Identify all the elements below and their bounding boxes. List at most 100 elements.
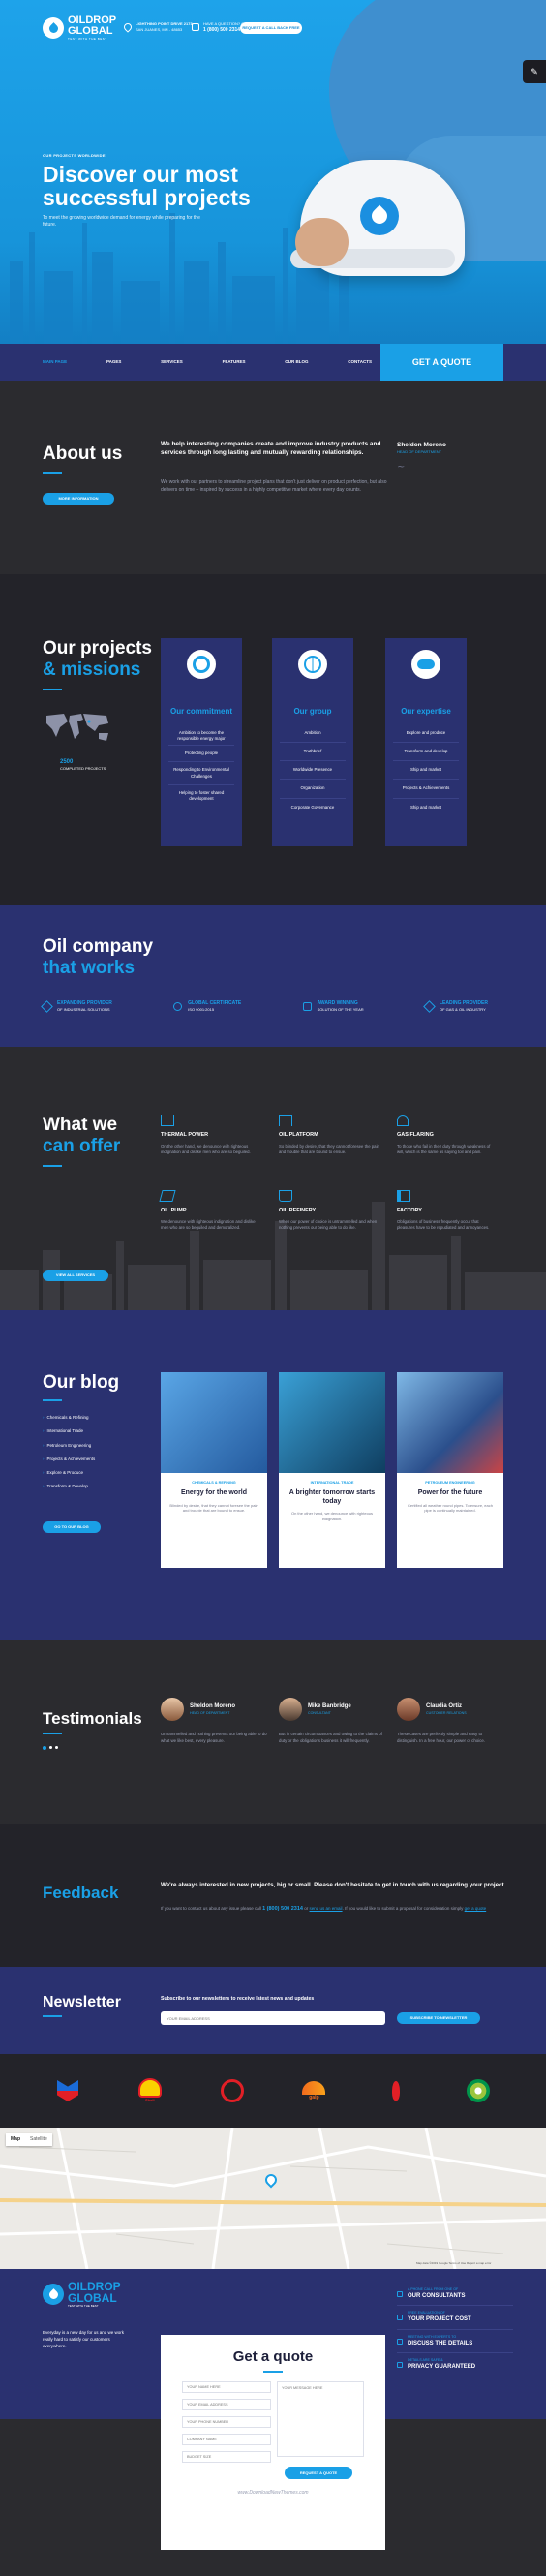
slider-dot[interactable] bbox=[49, 1746, 52, 1749]
service-platform[interactable]: OIL PLATFORM So blinded by desire, that … bbox=[279, 1115, 379, 1156]
category-link[interactable]: › Chemicals & Refining bbox=[43, 1411, 120, 1425]
blog-post-3[interactable]: PETROLEUM ENGINEERING Power for the futu… bbox=[397, 1372, 503, 1568]
footer-link[interactable]: MEETING WITH EXPERTS TO DISCUSS THE DETAI… bbox=[397, 2330, 513, 2354]
nav-our-blog[interactable]: OUR BLOG bbox=[285, 359, 308, 365]
map-tab-map[interactable]: Map bbox=[6, 2133, 25, 2146]
subscribe-button[interactable]: SUBSCRIBE TO NEWSLETTER bbox=[397, 2012, 480, 2024]
view-services-button[interactable]: VIEW ALL SERVICES bbox=[43, 1270, 108, 1281]
logo-drop-shape bbox=[46, 21, 60, 35]
projects-count-value: 2500 bbox=[60, 759, 74, 765]
footer-logo-line2: GLOBAL bbox=[68, 2291, 117, 2305]
avatar bbox=[279, 1698, 302, 1721]
about-more-button[interactable]: MORE INFORMATION bbox=[43, 493, 114, 505]
quote-submit-button[interactable]: REQUEST A QUOTE bbox=[285, 2467, 352, 2479]
about-lead: We help interesting companies create and… bbox=[161, 441, 381, 456]
badge-title: LEADING PROVIDER bbox=[439, 1000, 488, 1006]
feedback-email-link[interactable]: send us an email bbox=[310, 1906, 343, 1911]
post-title: Power for the future bbox=[417, 1489, 483, 1497]
slider-dot-active[interactable] bbox=[43, 1746, 46, 1750]
hero-eyebrow: OUR PROJECTS WORLDWIDE bbox=[43, 153, 106, 158]
footer-link[interactable]: FREE EVALUATION OF YOUR PROJECT COST bbox=[397, 2306, 513, 2330]
nav-contacts[interactable]: CONTACTS bbox=[348, 359, 372, 365]
feedback-lead: We're always interested in new projects,… bbox=[161, 1882, 506, 1888]
location-pin-icon bbox=[122, 20, 134, 33]
company-section: Oil company that works EXPANDING PROVIDE… bbox=[0, 905, 546, 1047]
card3-item: Ship and market bbox=[393, 761, 459, 781]
service-thermal[interactable]: THERMAL POWER On the other hand, we deno… bbox=[161, 1115, 261, 1156]
footer-logo[interactable]: OILDROP GLOBAL TEST WITH THE BEST bbox=[43, 2281, 121, 2308]
service-title: OIL PUMP bbox=[161, 1208, 187, 1213]
quote-name-input[interactable] bbox=[182, 2381, 271, 2393]
hero-title-2: successful projects bbox=[43, 184, 251, 210]
map-type-control[interactable]: Map Satellite bbox=[6, 2133, 52, 2146]
service-refinery[interactable]: OIL REFINERY When our power of choice is… bbox=[279, 1190, 379, 1232]
category-link[interactable]: › Transform & Develop bbox=[43, 1480, 120, 1493]
side-edit-icon[interactable]: ✎ bbox=[523, 60, 546, 83]
slider-dots[interactable] bbox=[43, 1746, 58, 1750]
nav-main-page[interactable]: MAIN PAGE bbox=[43, 359, 67, 365]
service-text: When our power of choice is untrammelled… bbox=[279, 1218, 378, 1231]
category-link[interactable]: › Projects & Achievements bbox=[43, 1453, 120, 1466]
globe-ring bbox=[304, 656, 321, 673]
testimonial-name: Sheldon Moreno bbox=[190, 1703, 235, 1710]
footer-link[interactable]: A PHONE CALL FROM ONE OF OUR CONSULTANTS bbox=[397, 2285, 513, 2307]
service-pump[interactable]: OIL PUMP We denounce with righteous indi… bbox=[159, 1190, 261, 1232]
quote-message-input[interactable] bbox=[277, 2381, 364, 2457]
card2-item: Worldwide Presence bbox=[280, 761, 346, 781]
category-label: Transform & Develop bbox=[46, 1484, 88, 1489]
category-link[interactable]: › Explore & Produce bbox=[43, 1466, 120, 1480]
category-label: Projects & Achievements bbox=[46, 1456, 96, 1461]
quote-budget-input[interactable] bbox=[182, 2451, 271, 2463]
footer-link[interactable]: DETAILS ARE SAFE & PRIVACY GUARANTEED bbox=[397, 2353, 513, 2376]
chevron-right-icon: › bbox=[43, 1428, 45, 1434]
nav-features[interactable]: FEATURES bbox=[223, 359, 246, 365]
card3-list: Explore and produce Transform and develo… bbox=[393, 727, 459, 816]
map-tab-satellite[interactable]: Satellite bbox=[25, 2133, 52, 2146]
callback-button[interactable]: REQUEST A CALL BACK FREE bbox=[240, 22, 302, 34]
category-link[interactable]: › International Trade bbox=[43, 1425, 120, 1438]
projects-title-1: Our projects bbox=[43, 638, 152, 659]
service-title: GAS FLARING bbox=[397, 1132, 434, 1138]
quote-company-input[interactable] bbox=[182, 2434, 271, 2445]
hero-subtitle: To meet the growing worldwide demand for… bbox=[43, 214, 200, 228]
service-text: On the other hand, we denounce with righ… bbox=[161, 1143, 251, 1155]
service-factory[interactable]: FACTORY Obligations of business frequent… bbox=[397, 1190, 498, 1232]
post-title: A brighter tomorrow starts today bbox=[288, 1489, 376, 1505]
shell-label: Shell bbox=[145, 2098, 155, 2103]
service-title: FACTORY bbox=[397, 1208, 422, 1213]
feedback-quote-link[interactable]: get a quote bbox=[465, 1906, 487, 1911]
avatar bbox=[397, 1698, 420, 1721]
service-flaring[interactable]: GAS FLARING To those who fail in their d… bbox=[397, 1115, 498, 1156]
badge-expanding: EXPANDING PROVIDER OF INDUSTRIAL SOLUTION… bbox=[41, 999, 112, 1013]
projects-rule bbox=[43, 689, 62, 690]
hero-title-1: Discover our most bbox=[43, 161, 238, 187]
refinery-icon bbox=[279, 1190, 292, 1202]
newsletter-email-input[interactable] bbox=[161, 2011, 385, 2025]
quote-email-input[interactable] bbox=[182, 2399, 271, 2410]
offer-section: What we can offer VIEW ALL SERVICES THER… bbox=[0, 1047, 546, 1310]
post-image bbox=[279, 1372, 385, 1473]
card3-item: Explore and produce bbox=[393, 727, 459, 744]
testimonials-section: Testimonials Sheldon Moreno HEAD OF DEPAR… bbox=[0, 1640, 546, 1824]
blog-post-2[interactable]: INTERNATIONAL TRADE A brighter tomorrow … bbox=[279, 1372, 385, 1568]
testimonial-role: CONSULTANT bbox=[308, 1710, 331, 1715]
post-excerpt: On the other hand, we denounce with righ… bbox=[290, 1511, 374, 1521]
shell-logo: Shell bbox=[131, 2071, 169, 2110]
feedback-phone[interactable]: 1 (800) 500 2314 bbox=[262, 1906, 303, 1912]
card1-item: Helping to foster shared development bbox=[178, 789, 225, 801]
category-link[interactable]: › Petroleum Engineering bbox=[43, 1439, 120, 1453]
nav-services[interactable]: SERVICES bbox=[161, 359, 183, 365]
about-person: Sheldon Moreno HEAD OF DEPARTMENT ~ bbox=[397, 441, 446, 475]
slider-dot[interactable] bbox=[55, 1746, 58, 1749]
quote-phone-input[interactable] bbox=[182, 2416, 271, 2428]
nav-quote-button[interactable]: GET A QUOTE bbox=[380, 344, 503, 381]
logo-drop-icon bbox=[43, 17, 64, 40]
badge-certificate: GLOBAL CERTIFICATE ISO 9001:2015 bbox=[173, 1000, 241, 1013]
testimonial-role: HEAD OF DEPARTMENT bbox=[190, 1710, 230, 1715]
nav-pages[interactable]: PAGES bbox=[106, 359, 121, 365]
post-image bbox=[161, 1372, 267, 1473]
blog-post-1[interactable]: CHEMICALS & REFINING Energy for the worl… bbox=[161, 1372, 267, 1568]
blog-button[interactable]: GO TO OUR BLOG bbox=[43, 1521, 101, 1533]
header-logo[interactable]: OILDROP GLOBAL TEST WITH THE BEST bbox=[43, 15, 116, 41]
post-image bbox=[397, 1372, 503, 1473]
